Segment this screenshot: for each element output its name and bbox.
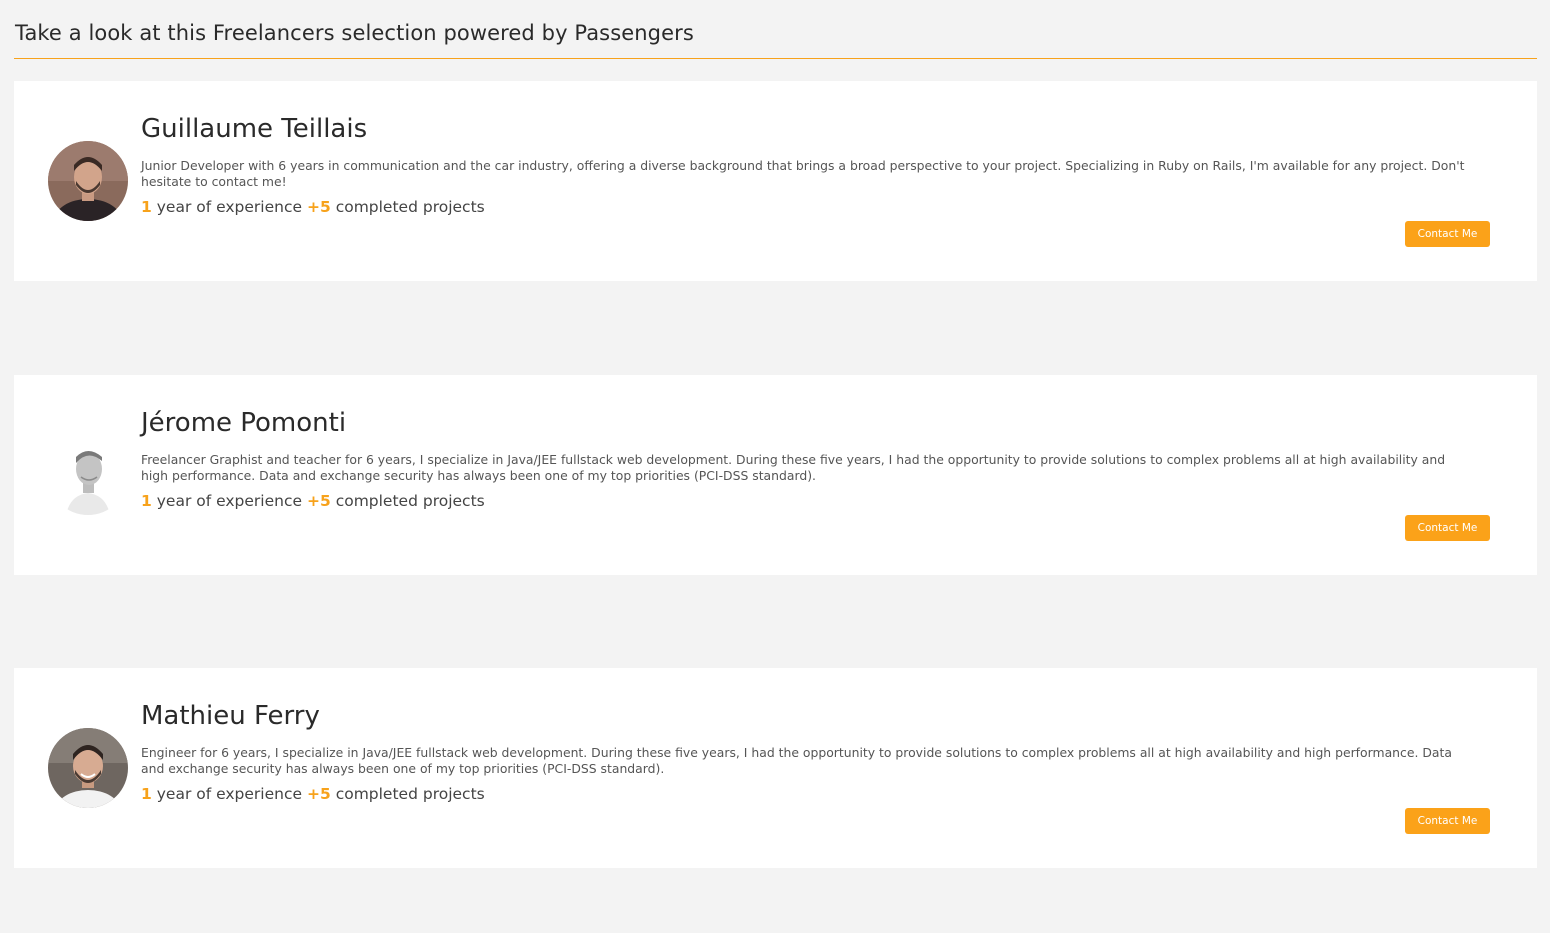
experience-value: 1 (141, 198, 152, 216)
freelancer-name: Guillaume Teillais (141, 114, 368, 144)
freelancer-bio: Engineer for 6 years, I specialize in Ja… (141, 745, 1452, 776)
freelancer-stats: 1 year of experience +5 completed projec… (141, 492, 485, 510)
avatar (48, 435, 128, 515)
contact-me-button[interactable]: Contact Me (1405, 515, 1490, 541)
contact-me-button[interactable]: Contact Me (1405, 221, 1490, 247)
freelancer-bio: Freelancer Graphist and teacher for 6 ye… (141, 452, 1446, 483)
freelancer-card: Mathieu Ferry Engineer for 6 years, I sp… (14, 668, 1537, 868)
freelancer-bio: Junior Developer with 6 years in communi… (141, 158, 1465, 189)
experience-label: year of experience (156, 785, 303, 803)
freelancer-stats: 1 year of experience +5 completed projec… (141, 198, 485, 216)
avatar (48, 141, 128, 221)
avatar (48, 728, 128, 808)
projects-label: completed projects (335, 785, 485, 803)
experience-label: year of experience (156, 492, 303, 510)
projects-label: completed projects (335, 492, 485, 510)
projects-value: +5 (306, 785, 331, 803)
page-title: Take a look at this Freelancers selectio… (15, 21, 694, 45)
freelancer-name: Jérome Pomonti (141, 408, 347, 438)
freelancer-card: Jérome Pomonti Freelancer Graphist and t… (14, 375, 1537, 575)
experience-value: 1 (141, 785, 152, 803)
page-header: Take a look at this Freelancers selectio… (14, 0, 1537, 59)
freelancer-name: Mathieu Ferry (141, 701, 320, 731)
experience-label: year of experience (156, 198, 303, 216)
freelancer-card: Guillaume Teillais Junior Developer with… (14, 81, 1537, 281)
projects-value: +5 (306, 198, 331, 216)
freelancer-stats: 1 year of experience +5 completed projec… (141, 785, 485, 803)
experience-value: 1 (141, 492, 152, 510)
projects-label: completed projects (335, 198, 485, 216)
contact-me-button[interactable]: Contact Me (1405, 808, 1490, 834)
projects-value: +5 (306, 492, 331, 510)
